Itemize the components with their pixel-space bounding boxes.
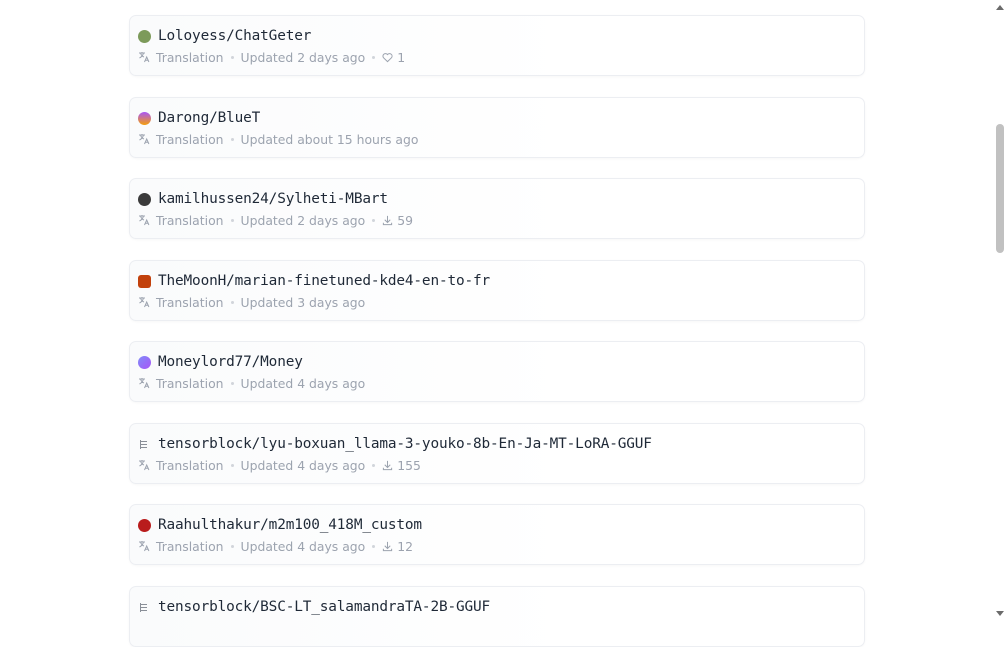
task-label[interactable]: Translation — [156, 295, 224, 310]
separator-dot — [230, 381, 234, 385]
task-label[interactable]: Translation — [156, 50, 224, 65]
translation-icon — [138, 540, 150, 552]
model-meta: Translation Updated 4 days ago — [138, 375, 365, 391]
model-name[interactable]: Loloyess/ChatGeter — [158, 28, 311, 44]
download-icon — [382, 541, 393, 552]
avatar — [138, 29, 151, 43]
task-label[interactable]: Translation — [156, 376, 224, 391]
model-card[interactable]: Moneylord77/Money Translation Updated 4 … — [129, 341, 865, 402]
updated-text: Updated 2 days ago — [240, 212, 366, 228]
model-name[interactable]: tensorblock/lyu-boxuan_llama-3-youko-8b-… — [158, 436, 652, 452]
avatar — [138, 518, 151, 532]
organization-icon — [138, 438, 151, 451]
separator-dot — [230, 55, 234, 59]
scroll-up-arrow-icon[interactable] — [995, 3, 1005, 11]
model-name[interactable]: Raahulthakur/m2m100_418M_custom — [158, 517, 422, 533]
model-title-row: Moneylord77/Money — [138, 353, 303, 371]
avatar — [138, 192, 151, 206]
task-label[interactable]: Translation — [156, 458, 224, 473]
model-card[interactable]: tensorblock/BSC-LT_salamandraTA-2B-GGUF — [129, 586, 865, 647]
separator-dot — [372, 218, 376, 222]
model-card[interactable]: TheMoonH/marian-finetuned-kde4-en-to-fr … — [129, 260, 865, 321]
translation-icon — [138, 459, 150, 471]
model-name[interactable]: Darong/BlueT — [158, 110, 260, 126]
model-name[interactable]: kamilhussen24/Sylheti-MBart — [158, 191, 388, 207]
translation-icon — [138, 51, 150, 63]
model-card[interactable]: Raahulthakur/m2m100_418M_custom Translat… — [129, 504, 865, 565]
model-card[interactable]: tensorblock/lyu-boxuan_llama-3-youko-8b-… — [129, 423, 865, 484]
separator-dot — [230, 300, 234, 304]
translation-icon — [138, 133, 150, 145]
updated-text: Updated 4 days ago — [240, 538, 366, 554]
avatar — [138, 274, 151, 288]
likes-count: 1 — [397, 49, 406, 65]
downloads-count: 155 — [397, 457, 421, 473]
separator-dot — [372, 463, 376, 467]
separator-dot — [372, 544, 376, 548]
separator-dot — [230, 544, 234, 548]
model-card[interactable]: kamilhussen24/Sylheti-MBart Translation … — [129, 178, 865, 239]
model-card[interactable]: Loloyess/ChatGeter Translation Updated 2… — [129, 15, 865, 76]
model-title-row: TheMoonH/marian-finetuned-kde4-en-to-fr — [138, 272, 490, 290]
model-title-row: kamilhussen24/Sylheti-MBart — [138, 190, 388, 208]
task-label[interactable]: Translation — [156, 539, 224, 554]
separator-dot — [230, 137, 234, 141]
translation-icon — [138, 214, 150, 226]
task-label[interactable]: Translation — [156, 132, 224, 147]
separator-dot — [372, 55, 376, 59]
model-name[interactable]: tensorblock/BSC-LT_salamandraTA-2B-GGUF — [158, 599, 490, 615]
model-meta: Translation Updated 2 days ago 59 — [138, 212, 413, 228]
translation-icon — [138, 296, 150, 308]
task-label[interactable]: Translation — [156, 213, 224, 228]
model-meta: Translation Updated 3 days ago — [138, 294, 365, 310]
updated-text: Updated 3 days ago — [240, 294, 366, 310]
organization-icon — [138, 601, 151, 614]
model-name[interactable]: TheMoonH/marian-finetuned-kde4-en-to-fr — [158, 273, 490, 289]
scrollbar-thumb[interactable] — [996, 124, 1004, 253]
model-title-row: tensorblock/lyu-boxuan_llama-3-youko-8b-… — [138, 435, 652, 453]
download-icon — [382, 460, 393, 471]
updated-text: Updated 2 days ago — [240, 49, 366, 65]
downloads-count: 12 — [397, 538, 414, 554]
model-meta: Translation Updated 4 days ago 155 — [138, 457, 421, 473]
heart-icon — [382, 52, 393, 63]
updated-text: Updated 4 days ago — [240, 457, 366, 473]
model-list: Loloyess/ChatGeter Translation Updated 2… — [0, 0, 992, 647]
model-title-row: Darong/BlueT — [138, 109, 260, 127]
avatar — [138, 111, 151, 125]
model-title-row: Raahulthakur/m2m100_418M_custom — [138, 516, 422, 534]
translation-icon — [138, 377, 150, 389]
downloads-count: 59 — [397, 212, 414, 228]
model-meta: Translation Updated 4 days ago 12 — [138, 538, 413, 554]
updated-text: Updated 4 days ago — [240, 375, 366, 391]
model-title-row: tensorblock/BSC-LT_salamandraTA-2B-GGUF — [138, 598, 490, 616]
model-meta: Translation Updated 2 days ago 1 — [138, 49, 405, 65]
scroll-down-arrow-icon[interactable] — [995, 610, 1005, 618]
model-card[interactable]: Darong/BlueT Translation Updated about 1… — [129, 97, 865, 158]
updated-text: Updated about 15 hours ago — [240, 131, 419, 147]
download-icon — [382, 215, 393, 226]
vertical-scrollbar[interactable] — [992, 0, 1008, 621]
model-name[interactable]: Moneylord77/Money — [158, 354, 303, 370]
separator-dot — [230, 218, 234, 222]
model-meta: Translation Updated about 15 hours ago — [138, 131, 418, 147]
avatar — [138, 355, 151, 369]
separator-dot — [230, 463, 234, 467]
model-title-row: Loloyess/ChatGeter — [138, 27, 311, 45]
